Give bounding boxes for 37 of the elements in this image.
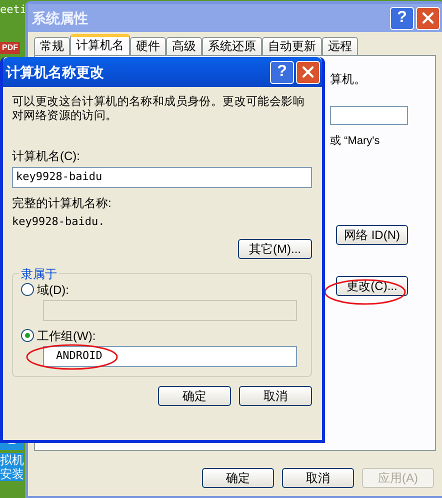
dialog-button[interactable]: 取消 xyxy=(282,468,354,488)
dialog-description: 可以更改这台计算机的名称和成员身份。更改可能会影响对网络资源的访问。 xyxy=(12,95,306,123)
dialog-button[interactable]: 确定 xyxy=(202,468,274,488)
shortcut-label: 拟机 xyxy=(0,453,24,467)
description-field[interactable] xyxy=(330,106,408,125)
help-button[interactable]: ? xyxy=(270,60,294,84)
tab[interactable]: 硬件 xyxy=(130,37,166,55)
window-title: 系统属性 xyxy=(32,8,88,28)
full-name-label: 完整的计算机名称: xyxy=(12,195,112,212)
tab[interactable]: 常规 xyxy=(34,37,70,55)
panel-text: 算机。 xyxy=(330,71,367,88)
radio-button[interactable] xyxy=(21,283,34,296)
help-button[interactable]: ? xyxy=(390,6,414,30)
shortcut-label: 安装 xyxy=(0,467,24,481)
close-button[interactable] xyxy=(296,60,320,84)
computer-name-field[interactable]: key9928-baidu xyxy=(12,167,312,188)
radio-label: 域(D): xyxy=(37,282,69,298)
option-field[interactable]: ANDROID xyxy=(43,346,297,366)
full-name-text: key9928-baidu. xyxy=(12,214,106,230)
close-button[interactable] xyxy=(416,6,440,30)
radio-label: 工作组(W): xyxy=(37,328,96,344)
tab[interactable]: 高级 xyxy=(166,37,202,55)
tab[interactable]: 系统还原 xyxy=(202,37,262,55)
tab[interactable]: 计算机名 xyxy=(70,34,130,55)
tab[interactable]: 自动更新 xyxy=(262,37,322,55)
example-text: 或 “Mary's xyxy=(330,134,381,149)
pdf-badge: PDF xyxy=(0,42,20,54)
dialog-title: 计算机名称更改 xyxy=(6,62,104,82)
more-button[interactable]: 其它(M)... xyxy=(238,238,312,258)
desktop-label: eeti xyxy=(0,2,26,18)
dialog-button[interactable]: 确定 xyxy=(158,386,231,406)
computer-name-label: 计算机名(C): xyxy=(12,148,81,165)
option-field[interactable] xyxy=(43,300,297,320)
network-id-button[interactable]: 网络 ID(N) xyxy=(336,224,408,244)
tab[interactable]: 远程 xyxy=(322,37,358,55)
dialog-button[interactable]: 取消 xyxy=(239,386,312,406)
radio-button[interactable] xyxy=(21,329,34,342)
